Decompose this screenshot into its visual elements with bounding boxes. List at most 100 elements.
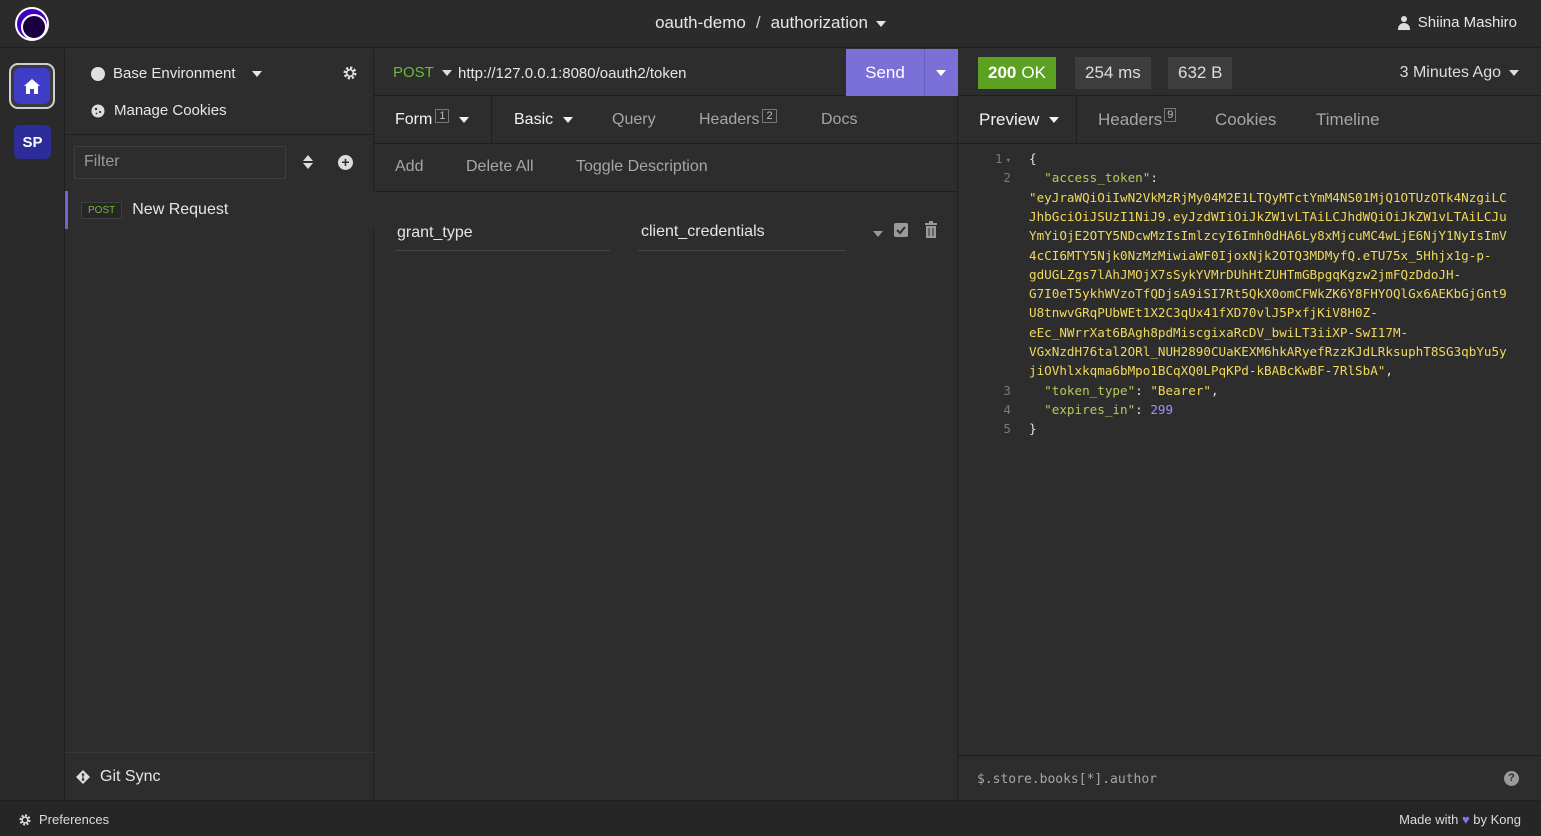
preferences-label: Preferences	[39, 812, 110, 827]
tab-response-headers[interactable]: Headers 9	[1098, 96, 1177, 143]
user-name: Shiina Mashiro	[1417, 14, 1517, 31]
line-number-text: 1	[994, 151, 1003, 166]
code-line: "token_type": "Bearer",	[1044, 382, 1219, 398]
environment-dot-icon	[91, 66, 105, 81]
git-sync-button[interactable]: Git Sync	[65, 752, 374, 800]
delete-all-button[interactable]: Delete All	[466, 158, 534, 176]
param-key-input[interactable]: grant_type	[395, 218, 610, 251]
breadcrumb-collection[interactable]: authorization	[771, 13, 868, 32]
environment-selector[interactable]: Base Environment	[91, 65, 262, 82]
code-line: 4cCI6MTY5Njk0NzMzMiwiaWF0IjoxNjk2OTQ3MDM…	[1029, 247, 1492, 263]
code-line: "expires_in": 299	[1044, 401, 1174, 417]
response-size-badge: 632 B	[1168, 57, 1233, 89]
tab-docs[interactable]: Docs	[821, 96, 857, 143]
json-key: "expires_in"	[1044, 401, 1136, 417]
divider	[65, 134, 374, 135]
chevron-down-icon	[563, 116, 574, 123]
sort-icon[interactable]	[302, 154, 314, 170]
breadcrumb-separator: /	[755, 13, 761, 32]
tab-cookies[interactable]: Cookies	[1215, 96, 1276, 143]
breadcrumb: oauth-demo / authorization	[0, 13, 1541, 33]
status-text: OK	[1021, 63, 1046, 82]
status-code: 200	[988, 63, 1017, 82]
json-string: jiOVhlxkqma6bMpo1BCqXQ0LPqKPd-kBABcKwBF-…	[1029, 363, 1386, 379]
workspace-badge[interactable]: SP	[14, 125, 51, 159]
chevron-down-icon	[441, 70, 452, 77]
tab-count-badge: 1	[435, 108, 450, 123]
tab-preview-label: Preview	[979, 110, 1040, 129]
response-status-bar: 200 OK 254 ms 632 B 3 Minutes Ago	[958, 49, 1541, 96]
request-name: New Request	[132, 201, 229, 218]
home-icon	[14, 68, 50, 104]
tab-preview[interactable]: Preview	[958, 96, 1077, 144]
user-menu[interactable]: Shiina Mashiro	[1397, 14, 1517, 31]
method-badge: POST	[81, 201, 123, 219]
request-tabs: Form 1 Basic Query Headers 2 Docs	[374, 96, 958, 144]
made-with-credit[interactable]: Made with ♥ by Kong	[1399, 812, 1521, 827]
code-line: JhbGciOiJSUzI1NiJ9.eyJzdWIiOiJkZW1vLTAiL…	[1029, 208, 1507, 224]
filter-input[interactable]: Filter	[74, 146, 286, 179]
method-dropdown[interactable]: POST	[393, 64, 452, 81]
url-bar: POST http://127.0.0.1:8080/oauth2/token …	[374, 49, 958, 96]
chevron-down-icon[interactable]	[873, 231, 883, 237]
tab-count-badge: 2	[762, 108, 777, 123]
plus-circle-icon[interactable]: +	[338, 155, 353, 170]
top-bar: oauth-demo / authorization Shiina Mashiro	[0, 0, 1541, 48]
tab-form-label: Form	[395, 110, 433, 128]
param-value-input[interactable]: client_credentials	[638, 218, 846, 251]
json-key: "access_token"	[1044, 170, 1151, 186]
code-line: VGxNzdH76tal2ORl_NUH2890CUaKEXM6hkARyefR…	[1029, 344, 1507, 359]
code-line: G7I0eT5ykhWVzoTfQDjsA9iSI7Rt5QkX0omCFWkZ…	[1029, 286, 1507, 302]
json-number: 299	[1150, 401, 1174, 417]
tab-headers-label: Headers	[1098, 109, 1163, 129]
add-button[interactable]: Add	[395, 158, 423, 176]
url-input[interactable]: http://127.0.0.1:8080/oauth2/token	[458, 65, 687, 82]
code-line: YmYiOjE2OTY5NDcwMzIsImlzcyI6Imh0dHA6Ly8x…	[1029, 228, 1507, 244]
response-time-badge: 254 ms	[1075, 57, 1151, 89]
chevron-down-icon[interactable]	[875, 20, 886, 27]
made-with-label: Made with	[1399, 812, 1459, 827]
chevron-down-icon	[251, 70, 262, 77]
tab-basic-label: Basic	[514, 110, 554, 128]
code-line: U8tnwvGRqPUbWEt1X2C3qUx41fXD70vlJ5PxfjKi…	[1029, 305, 1378, 321]
checkbox-icon[interactable]	[894, 223, 908, 237]
code-line: {	[1029, 151, 1037, 166]
code-line: eEc_NWrrXat6BAgh8pdMiscgixaRcDV_bwiLT3ii…	[1029, 324, 1409, 340]
send-button[interactable]: Send	[846, 49, 958, 96]
response-tabs: Preview Headers 9 Cookies Timeline	[958, 96, 1541, 144]
environment-label: Base Environment	[113, 65, 236, 82]
by-kong-label: by Kong	[1473, 812, 1521, 827]
sidebar: Base Environment Manage Cookies Filter +…	[65, 49, 374, 800]
chevron-down-icon[interactable]	[936, 69, 946, 76]
manage-cookies-button[interactable]: Manage Cookies	[91, 102, 227, 119]
status-bar: Preferences Made with ♥ by Kong	[0, 800, 1541, 836]
tab-query[interactable]: Query	[612, 96, 656, 143]
toggle-description-button[interactable]: Toggle Description	[576, 158, 708, 176]
line-number: 3	[1003, 382, 1011, 398]
chevron-down-icon	[459, 116, 470, 123]
tab-auth-basic[interactable]: Basic	[514, 96, 574, 143]
tab-timeline[interactable]: Timeline	[1316, 96, 1380, 143]
list-item[interactable]: POST New Request	[65, 191, 374, 229]
status-badge: 200 OK	[978, 57, 1056, 89]
workspace-rail: SP	[0, 49, 65, 800]
response-history-dropdown[interactable]: 3 Minutes Ago	[1400, 64, 1519, 82]
trash-icon[interactable]	[924, 221, 938, 238]
gear-icon[interactable]	[343, 66, 357, 80]
home-button[interactable]	[9, 63, 55, 109]
code-line: "access_token":	[1044, 170, 1158, 186]
tab-headers[interactable]: Headers 2	[699, 96, 777, 143]
breadcrumb-project[interactable]: oauth-demo	[655, 13, 746, 32]
tab-form[interactable]: Form 1	[374, 96, 492, 143]
code-line: "eyJraWQiOiIwN2VkMzRjMy04M2E1LTQyMTctYmM…	[1029, 189, 1507, 205]
help-icon[interactable]: ?	[1504, 771, 1519, 786]
heart-icon: ♥	[1461, 812, 1470, 827]
fold-icon[interactable]: ▾	[1006, 156, 1011, 166]
line-number: 2	[1003, 170, 1011, 186]
response-filter-input[interactable]: $.store.books[*].author	[977, 772, 1157, 787]
response-filter-bar: $.store.books[*].author ?	[958, 755, 1541, 800]
code-line: }	[1029, 421, 1037, 437]
preferences-button[interactable]: Preferences	[19, 812, 109, 827]
chevron-down-icon	[1509, 69, 1519, 76]
form-param-row: grant_type client_credentials	[395, 218, 955, 254]
